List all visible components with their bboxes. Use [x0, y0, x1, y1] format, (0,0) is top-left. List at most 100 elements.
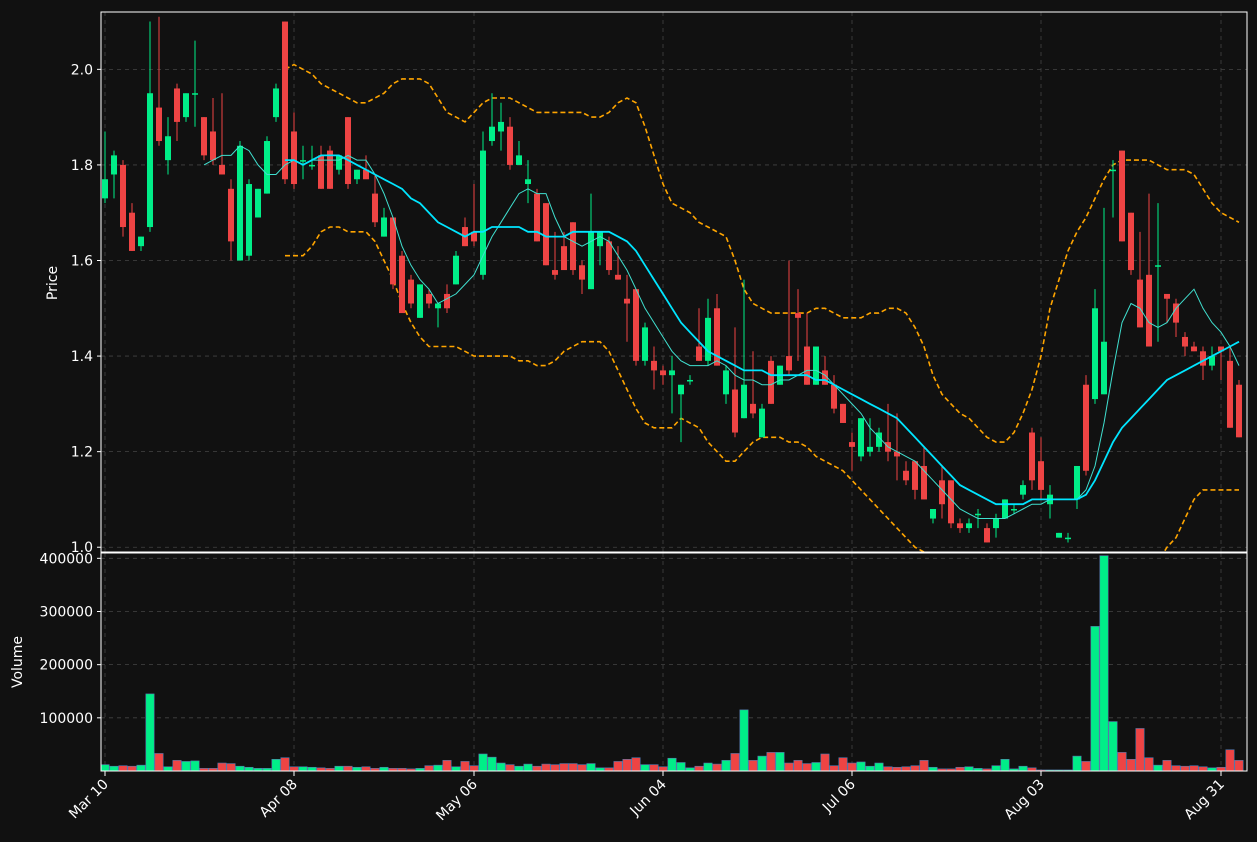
volume-bar	[568, 763, 578, 771]
volume-bar	[838, 757, 848, 771]
candle-body	[1155, 265, 1161, 267]
candle-body	[651, 360, 657, 371]
candle-body	[678, 384, 684, 395]
candle-body	[786, 356, 792, 371]
candle-body	[1227, 360, 1233, 428]
volume-bar	[181, 761, 191, 771]
candle-body	[705, 317, 711, 361]
volume-bar	[739, 709, 749, 771]
volume-bar	[649, 764, 659, 771]
volume-bar	[631, 757, 641, 771]
candle-body	[444, 293, 450, 309]
candle-body	[840, 403, 846, 423]
volume-bar	[694, 765, 704, 771]
candle-body	[696, 346, 702, 361]
volume-bar	[352, 766, 362, 771]
volume-bar	[667, 757, 677, 771]
candle-body	[255, 188, 261, 218]
candle-body	[633, 289, 639, 361]
candle-body	[750, 403, 756, 414]
volume-bar	[101, 764, 110, 771]
candle-body	[957, 523, 963, 529]
volume-bar	[1180, 765, 1190, 771]
candle-body	[624, 298, 630, 304]
candle-body	[417, 284, 423, 318]
volume-tick-label: 100000	[40, 711, 93, 727]
candle-body	[111, 155, 117, 175]
candle-body	[282, 21, 288, 180]
candle-body	[804, 346, 810, 385]
candle-body	[984, 528, 990, 543]
volume-bar	[793, 760, 803, 771]
candle-body	[210, 131, 216, 161]
candle-body	[102, 179, 108, 199]
price-tick-label: 2.0	[71, 62, 93, 78]
candle-body	[993, 518, 999, 529]
candle-body	[615, 274, 621, 280]
candle-body	[597, 231, 603, 247]
candle-body	[579, 265, 585, 280]
volume-bar	[1189, 765, 1199, 771]
candle-body	[903, 470, 909, 481]
price-tick-label: 1.2	[71, 445, 93, 461]
candle-body	[201, 117, 207, 156]
volume-bar	[964, 766, 974, 771]
volume-bar	[919, 760, 929, 771]
volume-bar	[163, 766, 173, 771]
candle-body	[687, 379, 693, 382]
candle-body	[1074, 465, 1080, 500]
candle-body	[1056, 532, 1062, 538]
volume-bar	[289, 766, 299, 771]
volume-bar	[991, 765, 1001, 771]
candle-body	[327, 150, 333, 189]
volume-bar	[478, 753, 488, 771]
candle-body	[435, 303, 441, 309]
candle-body	[129, 212, 135, 251]
candle-body	[1029, 432, 1035, 481]
volume-bar	[280, 757, 290, 771]
volume-bar	[1135, 728, 1145, 771]
candle-body	[291, 131, 297, 185]
candle-body	[219, 164, 225, 175]
candle-body	[561, 246, 567, 271]
candle-body	[237, 145, 243, 261]
volume-bar	[712, 763, 722, 771]
volume-bar	[532, 765, 542, 771]
price-tick-label: 1.4	[71, 349, 93, 365]
candle-body	[309, 164, 315, 167]
candle-body	[795, 313, 801, 318]
candle-body	[543, 203, 549, 266]
volume-bar	[469, 765, 479, 771]
volume-bar	[1072, 755, 1082, 771]
candlestick-chart: 1.01.21.41.61.82.01000002000003000004000…	[0, 0, 1257, 842]
candle-body	[399, 255, 405, 314]
candle-body	[966, 523, 972, 529]
candle-body	[1119, 150, 1125, 242]
candle-body	[138, 236, 144, 247]
candle-body	[867, 446, 873, 452]
volume-bar	[1018, 765, 1028, 771]
candle-body	[174, 88, 180, 122]
volume-bar	[622, 759, 632, 771]
candle-body	[1164, 293, 1170, 299]
volume-bar	[577, 764, 587, 771]
volume-bar	[136, 764, 146, 771]
candle-body	[1200, 351, 1206, 366]
volume-bar	[118, 765, 128, 771]
candle-body	[516, 155, 522, 165]
candle-body	[912, 461, 918, 490]
volume-bar	[343, 765, 353, 771]
candle-body	[552, 270, 558, 275]
volume-bar	[586, 763, 596, 771]
volume-bar	[298, 766, 308, 771]
volume-bar	[1126, 759, 1136, 771]
volume-bar	[226, 763, 236, 771]
candle-body	[1128, 212, 1134, 271]
candle-body	[1146, 274, 1152, 347]
volume-bar	[703, 762, 713, 771]
candle-body	[345, 117, 351, 185]
volume-bar	[1108, 721, 1118, 771]
price-tick-label: 1.6	[71, 253, 93, 269]
candle-body	[723, 370, 729, 395]
candle-body	[975, 513, 981, 516]
